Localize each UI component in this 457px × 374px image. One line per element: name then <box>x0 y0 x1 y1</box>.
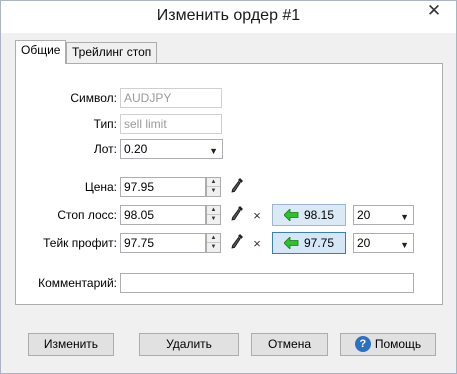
symbol-field: AUDJPY <box>120 88 222 108</box>
symbol-label: Символ: <box>70 91 117 105</box>
window-title: Изменить ордер #1 <box>156 7 301 24</box>
stoploss-points-value: 20 <box>357 208 371 222</box>
spin-down-icon[interactable]: ▼ <box>207 187 220 196</box>
stoploss-input[interactable]: 98.05 <box>120 205 206 225</box>
comment-label: Комментарий: <box>38 276 117 290</box>
help-icon: ? <box>354 335 371 352</box>
takeprofit-label: Тейк профит: <box>43 236 117 250</box>
stoploss-points-select[interactable]: 20 ▼ <box>353 205 414 225</box>
comment-input[interactable] <box>120 273 414 293</box>
arrow-left-icon <box>284 237 299 249</box>
stoploss-current-price: 98.15 <box>304 208 335 222</box>
delete-button[interactable]: Удалить <box>139 333 239 356</box>
takeprofit-points-select[interactable]: 20 ▼ <box>353 233 414 253</box>
chevron-down-icon: ▼ <box>400 212 409 222</box>
lot-label: Лот: <box>93 142 117 156</box>
clear-stoploss-icon[interactable]: × <box>251 209 263 222</box>
stoploss-label: Стоп лосс: <box>57 208 117 222</box>
modify-button[interactable]: Изменить <box>28 333 114 356</box>
price-label: Цена: <box>84 180 117 194</box>
type-label: Тип: <box>93 117 117 131</box>
modify-order-dialog: Изменить ордер #1 ✕ Общие Трейлинг стоп … <box>0 0 457 374</box>
help-button[interactable]: ? Помощь <box>340 333 436 356</box>
takeprofit-current-price-button[interactable]: 97.75 <box>272 232 346 254</box>
clear-takeprofit-icon[interactable]: × <box>251 237 263 250</box>
takeprofit-current-price: 97.75 <box>304 236 335 250</box>
spin-up-icon[interactable]: ▲ <box>207 178 220 187</box>
tab-general[interactable]: Общие <box>15 40 67 64</box>
arrow-left-icon <box>284 209 299 221</box>
takeprofit-spinner[interactable]: ▲ ▼ <box>206 233 221 253</box>
stoploss-current-price-button[interactable]: 98.15 <box>272 204 346 226</box>
cancel-button[interactable]: Отмена <box>251 333 328 356</box>
stoploss-picker-icon[interactable] <box>230 205 244 223</box>
title-bar: Изменить ордер #1 ✕ <box>1 1 456 33</box>
type-field: sell limit <box>120 114 222 134</box>
stoploss-spinner[interactable]: ▲ ▼ <box>206 205 221 225</box>
spin-down-icon[interactable]: ▼ <box>207 215 220 224</box>
chevron-down-icon: ▼ <box>209 146 218 156</box>
price-input[interactable]: 97.95 <box>120 177 206 197</box>
general-tab-panel: Символ: AUDJPY Тип: sell limit Лот: 0.20… <box>15 63 443 305</box>
lot-value: 0.20 <box>124 142 148 156</box>
spin-up-icon[interactable]: ▲ <box>207 206 220 215</box>
spin-up-icon[interactable]: ▲ <box>207 234 220 243</box>
price-spinner[interactable]: ▲ ▼ <box>206 177 221 197</box>
close-button[interactable]: ✕ <box>418 1 450 21</box>
takeprofit-points-value: 20 <box>357 236 371 250</box>
tab-trailing-stop[interactable]: Трейлинг стоп <box>66 42 158 63</box>
lot-select[interactable]: 0.20 ▼ <box>120 139 223 159</box>
spin-down-icon[interactable]: ▼ <box>207 243 220 252</box>
help-label: Помощь <box>374 337 422 351</box>
takeprofit-input[interactable]: 97.75 <box>120 233 206 253</box>
takeprofit-picker-icon[interactable] <box>230 233 244 251</box>
price-picker-icon[interactable] <box>230 177 244 195</box>
chevron-down-icon: ▼ <box>400 240 409 250</box>
